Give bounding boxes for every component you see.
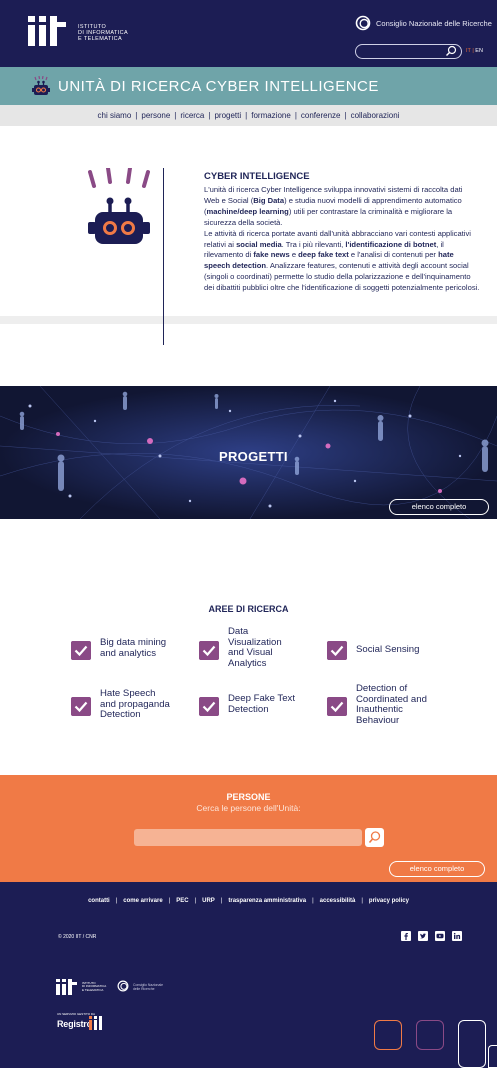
lang-it[interactable]: IT	[466, 48, 471, 54]
area-label-line: Detection	[228, 703, 269, 715]
footer-link-trasparenza[interactable]: trasparenza amministrativa	[228, 898, 306, 904]
footer-link-urp[interactable]: URP	[202, 898, 215, 904]
area-label-line: Hate Speech	[100, 688, 156, 699]
site-footer: contatti | come arrivare | PEC | URP | trasparen…	[0, 882, 497, 1068]
checkmark-icon	[327, 641, 347, 660]
persone-title: PERSONE	[226, 792, 271, 802]
area-label-line: Detection of	[356, 683, 408, 694]
search-icon	[368, 831, 381, 844]
persone-search-button[interactable]	[365, 828, 384, 847]
footer-separator: |	[115, 898, 118, 904]
intro-title: CYBER INTELLIGENCE	[204, 171, 310, 182]
footer-separator: |	[168, 898, 171, 904]
area-label-line: Data	[228, 626, 249, 637]
logo-text: ISTITUTO DI INFORMATICA E TELEMATICA	[78, 24, 129, 42]
footer-link-come-arrivare[interactable]: come arrivare	[123, 898, 162, 904]
cnr-logo-icon[interactable]	[117, 980, 129, 992]
footer-separator: |	[194, 898, 197, 904]
nav-progetti[interactable]: progetti	[214, 111, 241, 120]
aree-title: AREE DI RICERCA	[208, 604, 289, 614]
language-switcher: IT | EN	[466, 48, 483, 54]
progetti-elenco-button[interactable]: elenco completo	[389, 499, 489, 515]
robot-icon	[32, 76, 50, 95]
section-nav: chi siamo | persone | ricerca | progetti | forma…	[0, 105, 497, 126]
checkmark-icon	[327, 697, 347, 716]
nav-persone[interactable]: persone	[141, 111, 170, 120]
intro-background-strip	[0, 316, 497, 324]
footer-nav: contatti | come arrivare | PEC | URP | trasparen…	[0, 898, 497, 904]
intro-description: L'unità di ricerca Cyber Intelligence sv…	[204, 185, 480, 293]
decorative-white-shape-small	[488, 1045, 497, 1068]
nav-formazione[interactable]: formazione	[251, 111, 291, 120]
site-header: ISTITUTO DI INFORMATICA E TELEMATICA Con…	[0, 0, 497, 67]
footer-separator: |	[220, 898, 223, 904]
progetti-banner[interactable]: PROGETTI elenco completo	[0, 386, 497, 519]
checkmark-icon	[71, 697, 91, 716]
footer-logo-text: ISTITUTO DI INFORMATICA E TELEMATICA	[82, 981, 107, 992]
unit-title-bar: UNITÀ DI RICERCA CYBER INTELLIGENCE	[0, 67, 497, 105]
iit-logo[interactable]	[28, 16, 70, 46]
nav-ricerca[interactable]: ricerca	[180, 111, 204, 120]
nav-separator: |	[174, 111, 177, 120]
area-label-line: Analytics	[228, 657, 267, 669]
footer-link-accessibilita[interactable]: accessibilità	[320, 898, 356, 904]
youtube-icon[interactable]	[435, 931, 445, 941]
nav-separator: |	[344, 111, 347, 120]
area-label-line: Big data mining	[100, 637, 167, 648]
checkmark-icon	[199, 697, 219, 716]
nav-collaborazioni[interactable]: collaborazioni	[351, 111, 400, 120]
facebook-icon[interactable]	[401, 931, 411, 941]
nav-separator: |	[208, 111, 211, 120]
footer-iit-logo[interactable]	[56, 979, 80, 995]
lang-separator: |	[472, 48, 474, 54]
linkedin-icon[interactable]	[452, 931, 462, 941]
copyright: © 2020 IIT / CNR	[58, 934, 97, 940]
checkmark-icon	[71, 641, 91, 660]
decorative-white-shape	[458, 1020, 486, 1068]
footer-separator: |	[361, 898, 363, 904]
footer-cnr-text: Consiglio Nazionale delle Ricerche	[133, 983, 163, 991]
nav-conferenze[interactable]: conferenze	[301, 111, 341, 120]
nav-separator: |	[245, 111, 248, 120]
area-label-line: Detection	[100, 709, 141, 721]
persone-search-input[interactable]	[134, 829, 362, 846]
twitter-icon[interactable]	[418, 931, 428, 941]
persone-section: PERSONE Cerca le persone dell'Unità: ele…	[0, 775, 497, 882]
area-label-line: and analytics	[100, 647, 156, 659]
cnr-link[interactable]: Consiglio Nazionale delle Ricerche	[376, 19, 492, 28]
page-title: UNITÀ DI RICERCA CYBER INTELLIGENCE	[58, 78, 379, 95]
nav-separator: |	[294, 111, 297, 120]
registro-logo-text[interactable]: Registro	[57, 1019, 92, 1029]
nav-chi-siamo[interactable]: chi siamo	[98, 111, 132, 120]
search-icon[interactable]	[445, 45, 457, 57]
decorative-orange-shape	[374, 1020, 402, 1050]
registro-logo-icon	[89, 1016, 102, 1030]
area-label-line: Behaviour	[356, 714, 400, 726]
footer-link-contatti[interactable]: contatti	[88, 898, 110, 904]
nav-separator: |	[135, 111, 138, 120]
area-label-line: Deep Fake Text	[228, 693, 296, 704]
checkmark-icon	[199, 641, 219, 660]
footer-link-pec[interactable]: PEC	[176, 898, 188, 904]
footer-separator: |	[312, 898, 314, 904]
progetti-title: PROGETTI	[219, 449, 288, 464]
robot-illustration-icon	[88, 168, 150, 244]
decorative-purple-shape	[416, 1020, 444, 1050]
persone-elenco-button[interactable]: elenco completo	[389, 861, 485, 877]
area-label-line: Social Sensing	[356, 644, 420, 655]
lang-en[interactable]: EN	[475, 48, 483, 54]
footer-link-privacy[interactable]: privacy policy	[369, 898, 409, 904]
intro-divider	[163, 168, 164, 345]
cnr-logo-icon[interactable]	[355, 15, 371, 31]
persone-subtitle: Cerca le persone dell'Unità:	[196, 803, 301, 813]
header-search-input[interactable]	[355, 44, 462, 59]
